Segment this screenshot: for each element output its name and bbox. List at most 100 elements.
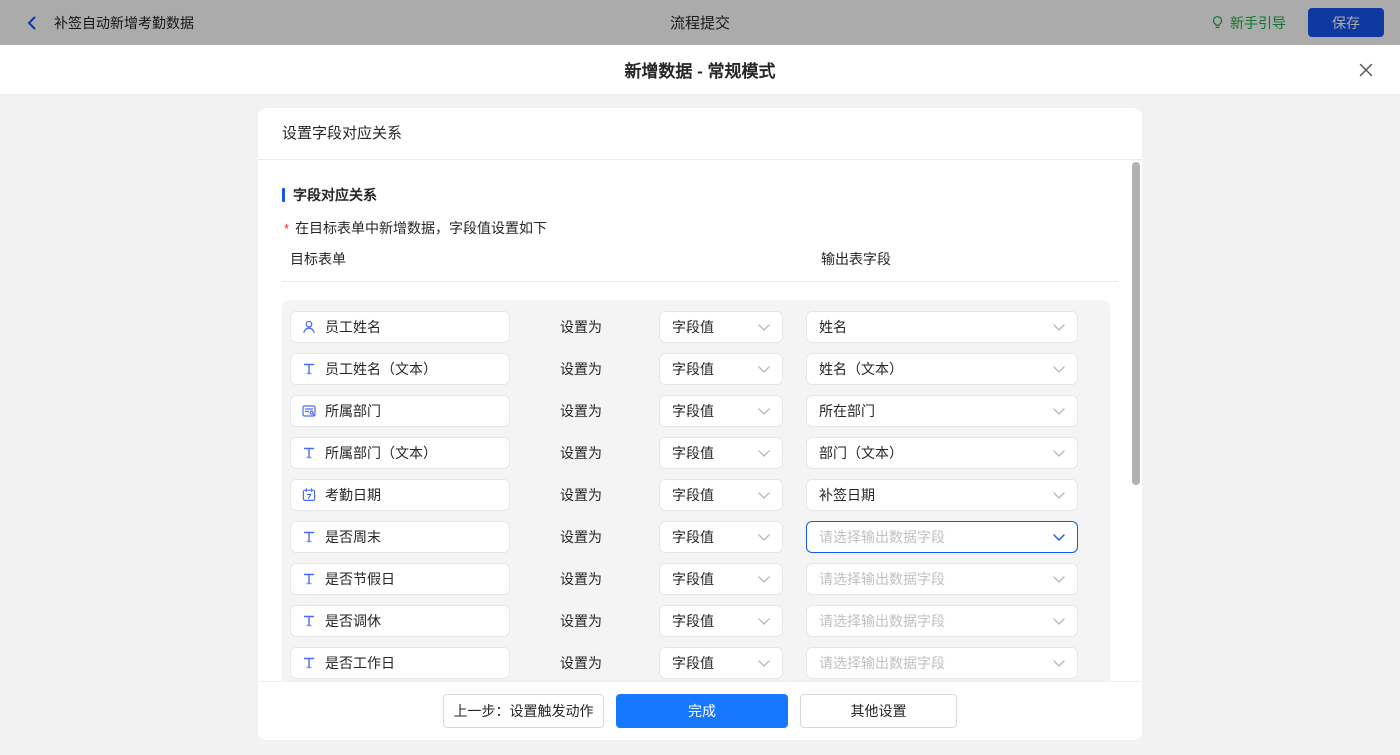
section-title: 字段对应关系 xyxy=(282,185,1118,205)
scrollbar[interactable] xyxy=(1132,162,1140,622)
target-field-box: 员工姓名 xyxy=(290,311,510,343)
output-field-text: 请选择输出数据字段 xyxy=(819,653,1047,673)
chevron-down-icon xyxy=(758,450,770,457)
section-accent-bar xyxy=(282,188,285,202)
target-field-label: 所属部门（文本） xyxy=(325,443,437,463)
set-to-label: 设置为 xyxy=(560,647,602,679)
target-field-label: 员工姓名（文本） xyxy=(325,359,437,379)
chevron-down-icon xyxy=(758,576,770,583)
value-mode-select[interactable]: 字段值 xyxy=(659,395,783,427)
field-mapping-row: 员工姓名（文本） 设置为 字段值 姓名（文本） xyxy=(282,353,1110,385)
value-mode-select[interactable]: 字段值 xyxy=(659,605,783,637)
chevron-down-icon xyxy=(1053,408,1065,415)
chevron-down-icon xyxy=(1053,534,1065,541)
person-icon xyxy=(301,319,317,335)
set-to-label: 设置为 xyxy=(560,311,602,343)
field-mapping-card: 设置字段对应关系 字段对应关系 *在目标表单中新增数据，字段值设置如下 目标表单… xyxy=(258,108,1142,740)
field-mapping-row: 所属部门（文本） 设置为 字段值 部门（文本） xyxy=(282,437,1110,469)
set-to-label: 设置为 xyxy=(560,605,602,637)
output-field-select[interactable]: 部门（文本） xyxy=(806,437,1078,469)
target-field-label: 是否节假日 xyxy=(325,569,395,589)
other-settings-button[interactable]: 其他设置 xyxy=(800,694,957,728)
chevron-down-icon xyxy=(1053,618,1065,625)
chevron-down-icon xyxy=(1053,492,1065,499)
field-mapping-row: 是否周末 设置为 字段值 请选择输出数据字段 xyxy=(282,521,1110,553)
field-mapping-row: 员工姓名 设置为 字段值 姓名 xyxy=(282,311,1110,343)
scrollbar-thumb[interactable] xyxy=(1132,162,1140,485)
output-field-select[interactable]: 请选择输出数据字段 xyxy=(806,647,1078,679)
calendar-icon xyxy=(301,487,317,503)
field-mapping-row: 是否工作日 设置为 字段值 请选择输出数据字段 xyxy=(282,647,1110,679)
output-field-text: 部门（文本） xyxy=(819,443,1047,463)
output-field-text: 姓名（文本） xyxy=(819,359,1047,379)
card-footer: 上一步：设置触发动作 完成 其他设置 xyxy=(258,681,1142,740)
set-to-label: 设置为 xyxy=(560,479,602,511)
dialog-title-bar: 新增数据 - 常规模式 xyxy=(0,45,1400,95)
target-field-box: 所属部门 xyxy=(290,395,510,427)
output-field-text: 补签日期 xyxy=(819,485,1047,505)
chevron-down-icon xyxy=(758,660,770,667)
field-mapping-row: 是否调休 设置为 字段值 请选择输出数据字段 xyxy=(282,605,1110,637)
output-field-select[interactable]: 姓名（文本） xyxy=(806,353,1078,385)
value-mode-text: 字段值 xyxy=(672,317,752,337)
column-header-target: 目标表单 xyxy=(290,249,346,269)
chevron-down-icon xyxy=(758,366,770,373)
text-icon xyxy=(301,445,317,461)
done-button[interactable]: 完成 xyxy=(616,694,788,728)
target-field-label: 是否周末 xyxy=(325,527,381,547)
value-mode-text: 字段值 xyxy=(672,527,752,547)
target-field-box: 考勤日期 xyxy=(290,479,510,511)
text-icon xyxy=(301,613,317,629)
set-to-label: 设置为 xyxy=(560,353,602,385)
close-button[interactable] xyxy=(1356,60,1376,80)
target-field-box: 是否周末 xyxy=(290,521,510,553)
chevron-down-icon xyxy=(758,618,770,625)
dialog-body: 设置字段对应关系 字段对应关系 *在目标表单中新增数据，字段值设置如下 目标表单… xyxy=(0,95,1400,755)
field-mapping-row: 是否节假日 设置为 字段值 请选择输出数据字段 xyxy=(282,563,1110,595)
output-field-select[interactable]: 请选择输出数据字段 xyxy=(806,521,1078,553)
output-field-text: 姓名 xyxy=(819,317,1047,337)
value-mode-text: 字段值 xyxy=(672,401,752,421)
set-to-label: 设置为 xyxy=(560,395,602,427)
chevron-down-icon xyxy=(758,492,770,499)
target-field-label: 员工姓名 xyxy=(325,317,381,337)
text-icon xyxy=(301,529,317,545)
value-mode-select[interactable]: 字段值 xyxy=(659,479,783,511)
field-mapping-row: 考勤日期 设置为 字段值 补签日期 xyxy=(282,479,1110,511)
output-field-select[interactable]: 请选择输出数据字段 xyxy=(806,605,1078,637)
value-mode-select[interactable]: 字段值 xyxy=(659,521,783,553)
value-mode-select[interactable]: 字段值 xyxy=(659,647,783,679)
prev-step-button[interactable]: 上一步：设置触发动作 xyxy=(443,694,604,728)
output-field-select[interactable]: 所在部门 xyxy=(806,395,1078,427)
value-mode-select[interactable]: 字段值 xyxy=(659,353,783,385)
value-mode-text: 字段值 xyxy=(672,485,752,505)
card-scroll-area: 字段对应关系 *在目标表单中新增数据，字段值设置如下 目标表单 输出表字段 员工… xyxy=(258,160,1142,681)
close-icon xyxy=(1356,60,1376,80)
department-icon xyxy=(301,403,317,419)
output-field-text: 请选择输出数据字段 xyxy=(819,611,1047,631)
value-mode-text: 字段值 xyxy=(672,653,752,673)
save-button[interactable]: 保存 xyxy=(1308,8,1384,37)
target-field-label: 是否调休 xyxy=(325,611,381,631)
value-mode-select[interactable]: 字段值 xyxy=(659,563,783,595)
chevron-down-icon xyxy=(1053,450,1065,457)
guide-button[interactable]: 新手引导 xyxy=(1210,13,1286,33)
value-mode-text: 字段值 xyxy=(672,569,752,589)
helper-text: *在目标表单中新增数据，字段值设置如下 xyxy=(284,218,1118,238)
target-field-box: 员工姓名（文本） xyxy=(290,353,510,385)
value-mode-select[interactable]: 字段值 xyxy=(659,437,783,469)
column-header-output: 输出表字段 xyxy=(821,249,891,269)
value-mode-select[interactable]: 字段值 xyxy=(659,311,783,343)
output-field-select[interactable]: 姓名 xyxy=(806,311,1078,343)
output-field-select[interactable]: 补签日期 xyxy=(806,479,1078,511)
value-mode-text: 字段值 xyxy=(672,359,752,379)
dialog-title: 新增数据 - 常规模式 xyxy=(624,57,775,82)
chevron-down-icon xyxy=(758,324,770,331)
page-title: 流程提交 xyxy=(0,12,1400,33)
set-to-label: 设置为 xyxy=(560,521,602,553)
text-icon xyxy=(301,361,317,377)
target-field-label: 所属部门 xyxy=(325,401,381,421)
output-field-text: 请选择输出数据字段 xyxy=(819,569,1047,589)
target-field-box: 所属部门（文本） xyxy=(290,437,510,469)
output-field-select[interactable]: 请选择输出数据字段 xyxy=(806,563,1078,595)
